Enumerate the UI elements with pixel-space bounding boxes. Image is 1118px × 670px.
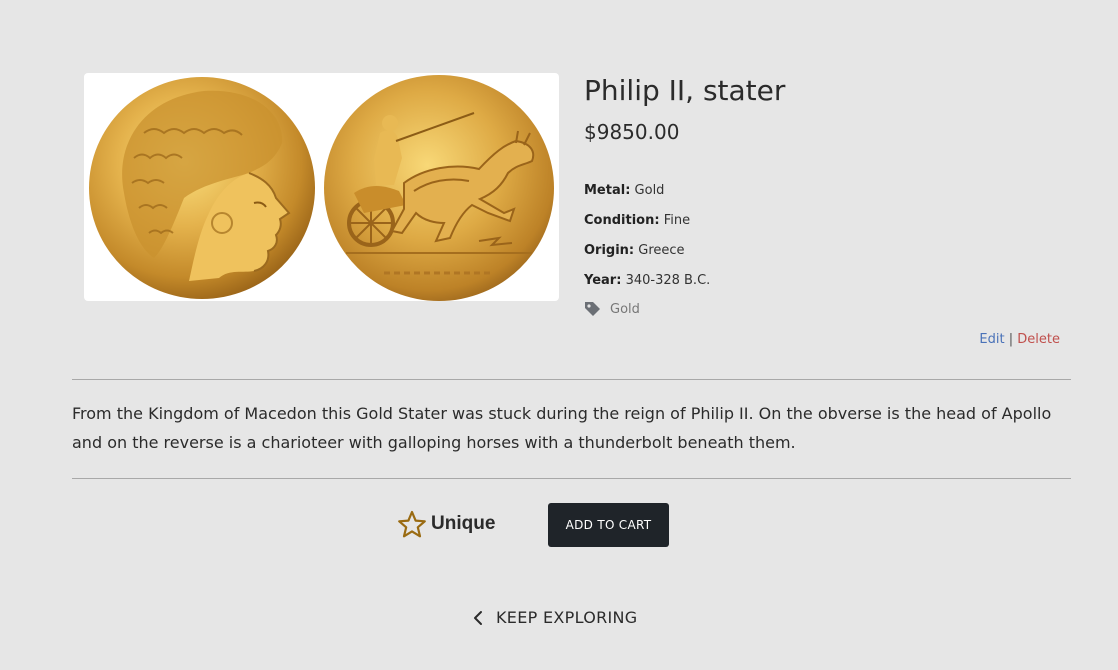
detail-row-condition: Condition: Fine (584, 206, 1064, 236)
admin-separator: | (1008, 332, 1014, 347)
detail-value: Gold (634, 183, 665, 198)
detail-label: Year: (584, 273, 622, 288)
product-price: $9850.00 (584, 120, 680, 144)
product-image (84, 73, 559, 301)
detail-label: Metal: (584, 183, 631, 198)
detail-value: Greece (638, 243, 685, 258)
product-title: Philip II, stater (584, 74, 786, 107)
tag-label[interactable]: Gold (610, 302, 640, 317)
keep-exploring-label[interactable]: KEEP EXPLORING (496, 608, 638, 627)
unique-label: Unique (431, 513, 496, 534)
keep-exploring-link[interactable]: KEEP EXPLORING (472, 608, 638, 627)
coin-reverse-image (324, 75, 554, 301)
divider (72, 478, 1071, 479)
edit-link[interactable]: Edit (979, 332, 1004, 347)
product-tag[interactable]: Gold (584, 296, 1064, 322)
detail-label: Origin: (584, 243, 635, 258)
product-actions: Unique ADD TO CART (0, 503, 1118, 547)
detail-value: Fine (663, 213, 691, 228)
detail-row-metal: Metal: Gold (584, 176, 1064, 206)
divider (72, 379, 1071, 380)
delete-link[interactable]: Delete (1017, 332, 1060, 347)
admin-links: Edit | Delete (979, 330, 1060, 350)
detail-label: Condition: (584, 213, 660, 228)
product-details: Metal: Gold Condition: Fine Origin: Gree… (584, 176, 1064, 322)
unique-badge: Unique (397, 507, 495, 541)
detail-row-origin: Origin: Greece (584, 236, 1064, 266)
tag-icon (585, 301, 600, 316)
detail-value: 340-328 B.C. (625, 273, 711, 288)
star-outline-icon (398, 510, 426, 537)
detail-row-year: Year: 340-328 B.C. (584, 266, 1064, 296)
product-description: From the Kingdom of Macedon this Gold St… (72, 404, 1052, 452)
chevron-left-icon (474, 610, 482, 625)
coin-obverse-image (89, 77, 315, 299)
product-info: Philip II, stater $9850.00 Metal: Gold C… (584, 72, 1064, 322)
add-to-cart-button[interactable]: ADD TO CART (548, 503, 669, 547)
